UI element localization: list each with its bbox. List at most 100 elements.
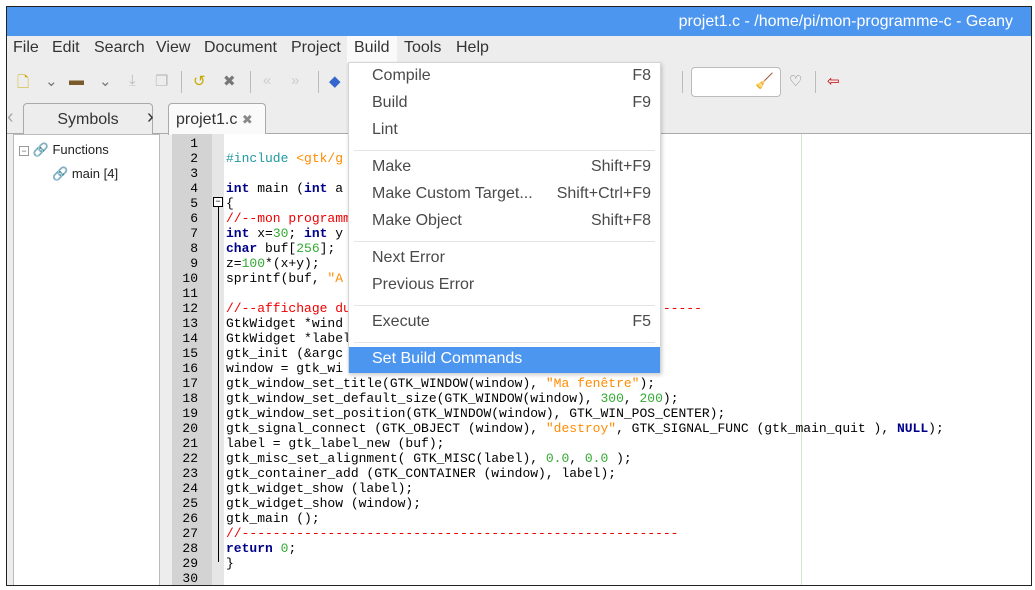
code-token: int [304,181,328,196]
line-number: 11 [182,286,198,301]
line-number: 20 [182,421,198,436]
code-text: gtk_misc_set_alignment( GTK_MISC(label),… [226,451,632,466]
divider [682,71,683,93]
jump-icon[interactable]: ♡ [789,72,802,90]
menu-tools[interactable]: Tools [404,39,441,57]
menu-build[interactable]: Build [347,36,397,63]
code-token: } [226,556,234,571]
code-token: main ( [249,181,305,196]
tree-item-main[interactable]: 🔗 main [4] [52,166,118,182]
tree-label: Functions [52,142,109,157]
save-all-icon[interactable]: ❐ [155,72,168,90]
line-number: 19 [182,406,198,421]
code-line: 29} [172,556,1031,571]
code-token: 100 [241,256,266,271]
code-token: #include [226,151,297,166]
code-token: char [226,241,258,256]
menu-item-label: Next Error [372,249,445,266]
code-text: gtk_window_set_title(GTK_WINDOW(window),… [226,376,655,391]
revert-icon[interactable]: ↺ [193,72,206,90]
menu-item-make-object[interactable]: Make Object Shift+F8 [349,209,660,235]
menu-help[interactable]: Help [456,39,489,57]
back-icon[interactable]: « [263,72,271,89]
menu-item-previous-error[interactable]: Previous Error [349,273,660,299]
tab-symbols[interactable]: Symbols [23,103,153,135]
menu-item-lint[interactable]: Lint [349,118,660,144]
code-token: "destroy" [545,421,617,436]
function-icon: 🔗 [52,166,69,181]
menu-separator [354,305,655,306]
new-file-icon[interactable]: 🗋 [17,72,29,97]
code-line: 17 gtk_window_set_title(GTK_WINDOW(window… [172,376,1031,391]
menu-search[interactable]: Search [94,39,145,57]
menu-document[interactable]: Document [204,39,277,57]
menu-bar: File Edit Search View Document Project Build To… [7,36,1031,63]
menu-view[interactable]: View [156,39,190,57]
line-number: 28 [182,541,198,556]
code-token: ; [288,541,297,556]
open-folder-icon[interactable]: ▬ [69,72,84,89]
build-menu: Compile F8 Build F9 Lint Make Shift+F9 Make Cus… [348,62,661,373]
code-text: gtk_widget_show (window); [226,496,421,511]
chevron-down-icon[interactable]: ⌄ [45,72,58,90]
code-token: NULL [896,421,929,436]
menu-item-label: Build [372,94,408,111]
code-token: gtk_misc_set_alignment( GTK_MISC(label), [226,451,546,466]
code-token: gtk_window_set_position(GTK_WINDOW(windo… [226,406,726,421]
line-number: 12 [182,301,198,316]
code-text: #include <gtk/g [226,151,343,166]
code-text: gtk_container_add (GTK_CONTAINER (window… [226,466,616,481]
menu-item-label: Make Object [372,212,462,229]
code-text: GtkWidget *wind [226,316,343,331]
code-token: ); [608,451,632,466]
code-token: gtk_window_set_title(GTK_WINDOW(window), [226,376,546,391]
menu-item-compile[interactable]: Compile F8 [349,64,660,90]
menu-item-execute[interactable]: Execute F5 [349,310,660,336]
code-token: int [226,226,250,241]
line-number: 23 [182,466,198,481]
close-tab-icon[interactable]: ✖ [242,112,253,127]
chevron-down-icon[interactable]: ⌄ [99,72,112,90]
line-number: 2 [190,151,198,166]
divider [815,71,816,93]
compile-icon[interactable]: ◆ [329,72,341,90]
menu-item-make-custom-target[interactable]: Make Custom Target... Shift+Ctrl+F9 [349,182,660,208]
code-line: 22 gtk_misc_set_alignment( GTK_MISC(label… [172,451,1031,466]
clear-broom-icon[interactable]: 🧹 [755,72,774,90]
menu-project[interactable]: Project [291,39,341,57]
menu-item-set-build-commands[interactable]: Set Build Commands [349,347,660,373]
menu-file[interactable]: File [13,39,39,57]
code-text: { [226,196,234,211]
line-number: 10 [182,271,198,286]
symbols-panel: − 🔗 Functions 🔗 main [4] [13,134,160,585]
collapse-icon[interactable]: − [19,146,29,156]
chevron-left-icon[interactable]: ‹ [7,106,14,129]
quit-icon[interactable]: ⇦ [827,72,840,90]
menu-item-next-error[interactable]: Next Error [349,246,660,272]
divider [181,71,182,93]
code-token: int [226,181,250,196]
code-token: GtkWidget *label [226,331,351,346]
search-input[interactable]: 🧹 [691,67,781,97]
menu-edit[interactable]: Edit [52,39,80,57]
menu-item-build[interactable]: Build F9 [349,91,660,117]
save-icon[interactable]: ⤓ [129,72,136,89]
line-number: 4 [190,181,198,196]
menu-separator [354,342,655,343]
code-token: sprintf(buf, [226,271,328,286]
code-token: "Ma fenêtre" [545,376,640,391]
tab-label: Symbols [57,111,119,128]
code-line: 18 gtk_window_set_default_size(GTK_WINDOW… [172,391,1031,406]
chevron-right-icon[interactable]: › [147,106,154,129]
code-token: *(x+y); [265,256,320,271]
line-number: 16 [182,361,198,376]
close-icon[interactable]: ✖ [223,72,236,90]
tab-projet1[interactable]: projet1.c ✖ [168,103,266,135]
menu-item-make[interactable]: Make Shift+F9 [349,155,660,181]
line-number: 30 [182,571,198,586]
shortcut-label: Shift+F8 [590,212,651,229]
line-number: 6 [190,211,198,226]
tree-functions[interactable]: − 🔗 Functions [19,142,109,158]
code-text: int x=30; int y [226,226,343,241]
forward-icon[interactable]: » [291,72,299,89]
